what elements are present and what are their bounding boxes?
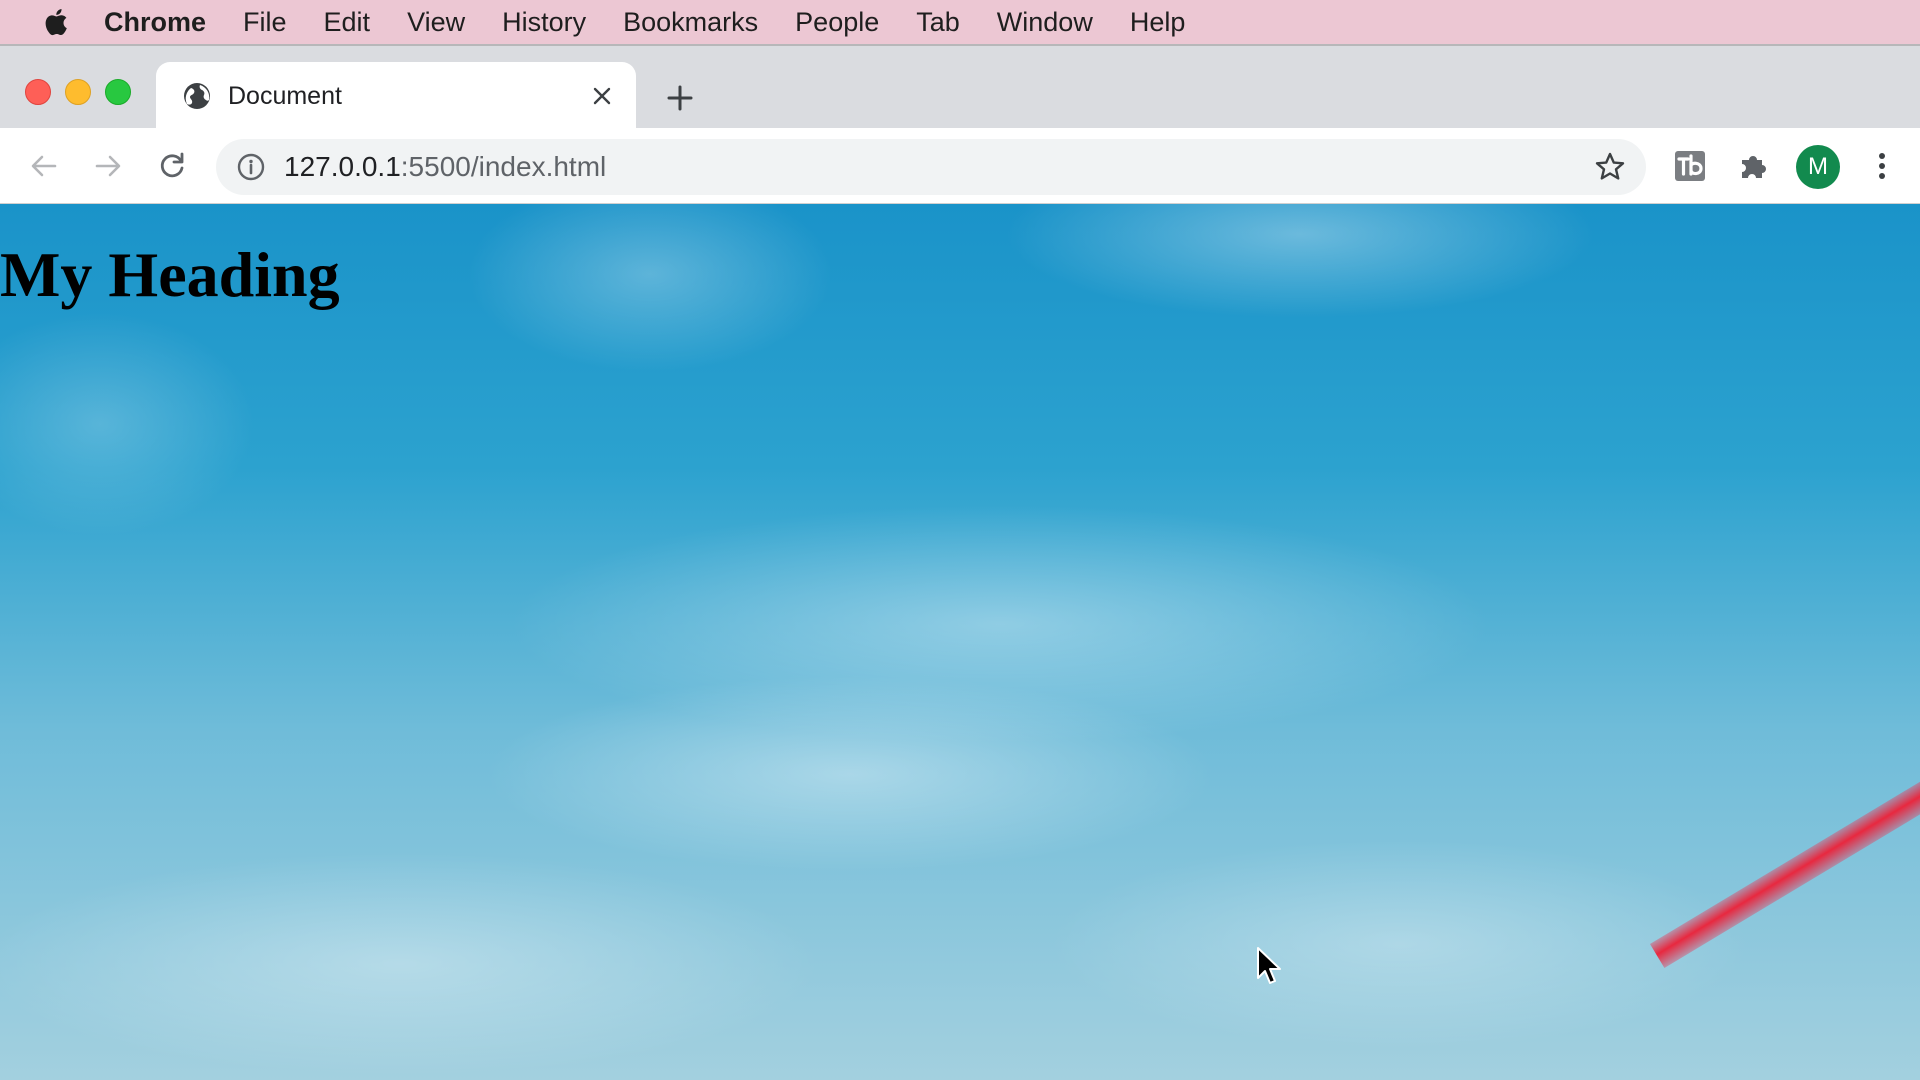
url-host: 127.0.0.1 bbox=[284, 151, 401, 182]
url-path: :5500/index.html bbox=[400, 151, 607, 182]
menu-file[interactable]: File bbox=[243, 0, 287, 44]
menu-app-chrome[interactable]: Chrome bbox=[104, 0, 206, 44]
menu-tab[interactable]: Tab bbox=[916, 0, 960, 44]
info-icon[interactable] bbox=[236, 152, 266, 182]
tab-title: Document bbox=[228, 82, 342, 110]
menu-people[interactable]: People bbox=[795, 0, 879, 44]
menu-edit[interactable]: Edit bbox=[324, 0, 371, 44]
profile-avatar[interactable]: M bbox=[1796, 145, 1840, 189]
menu-view[interactable]: View bbox=[407, 0, 465, 44]
macos-menu-bar: Chrome File Edit View History Bookmarks … bbox=[0, 0, 1920, 44]
window-minimize-button[interactable] bbox=[65, 79, 91, 105]
tb-extension-icon[interactable] bbox=[1670, 146, 1710, 186]
puzzle-icon[interactable] bbox=[1734, 146, 1774, 186]
arrow-right-icon[interactable] bbox=[90, 148, 126, 184]
close-icon[interactable] bbox=[588, 82, 616, 110]
globe-icon bbox=[184, 83, 210, 109]
screen: Chrome File Edit View History Bookmarks … bbox=[0, 0, 1920, 1080]
background-red-streak bbox=[1650, 727, 1920, 969]
mouse-cursor-icon bbox=[1257, 947, 1281, 984]
tab-strip: Document bbox=[0, 44, 1920, 130]
window-close-button[interactable] bbox=[25, 79, 51, 105]
more-vertical-icon[interactable] bbox=[1862, 146, 1902, 186]
window-maximize-button[interactable] bbox=[105, 79, 131, 105]
menu-window[interactable]: Window bbox=[997, 0, 1093, 44]
address-bar[interactable]: 127.0.0.1:5500/index.html bbox=[216, 139, 1646, 195]
menu-history[interactable]: History bbox=[502, 0, 586, 44]
plus-icon[interactable] bbox=[664, 82, 696, 114]
url-text[interactable]: 127.0.0.1:5500/index.html bbox=[284, 139, 606, 195]
page-viewport: My Heading bbox=[0, 204, 1920, 1080]
tab-document[interactable]: Document bbox=[156, 62, 636, 130]
arrow-left-icon[interactable] bbox=[26, 148, 62, 184]
reload-icon[interactable] bbox=[154, 148, 190, 184]
browser-toolbar: 127.0.0.1:5500/index.html bbox=[0, 128, 1920, 204]
menu-help[interactable]: Help bbox=[1130, 0, 1186, 44]
page-heading: My Heading bbox=[0, 239, 340, 310]
star-icon[interactable] bbox=[1594, 151, 1626, 183]
menu-bookmarks[interactable]: Bookmarks bbox=[623, 0, 758, 44]
apple-logo-icon[interactable] bbox=[40, 6, 70, 38]
